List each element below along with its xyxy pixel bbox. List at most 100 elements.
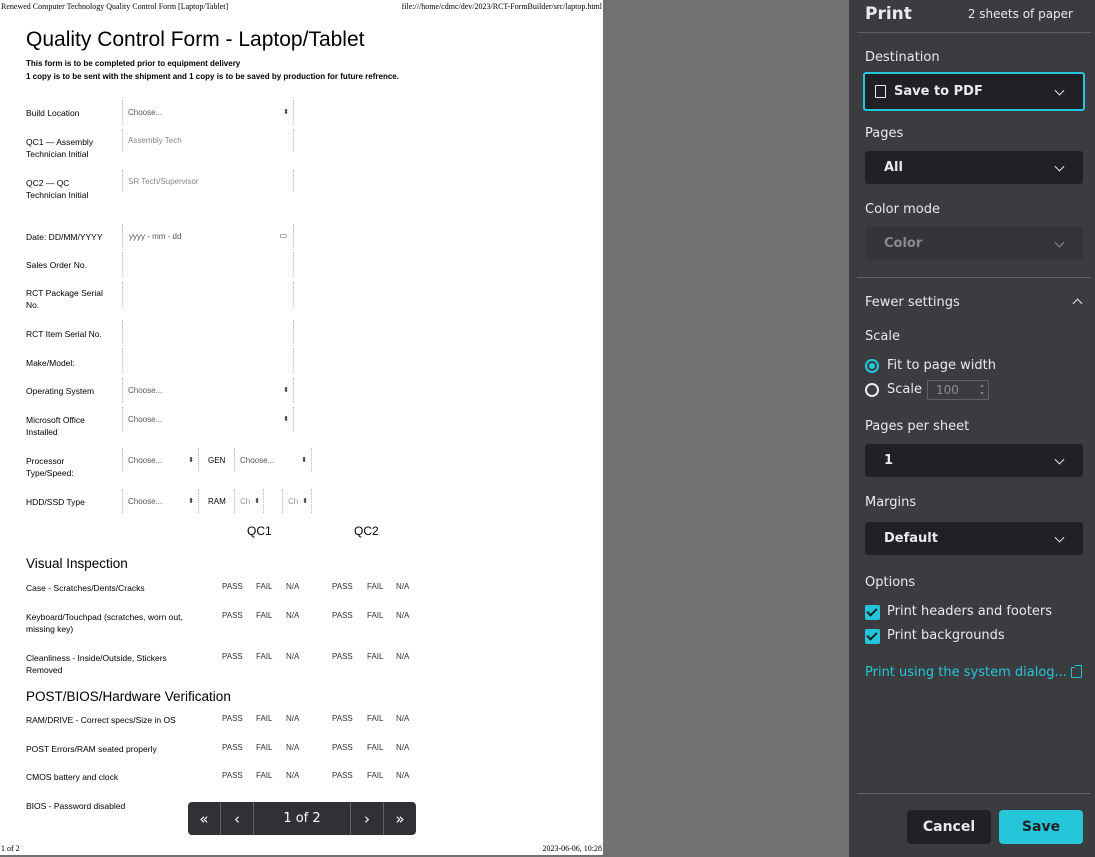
post-item-label: BIOS - Password disabled: [26, 801, 126, 811]
qc2-fail-option[interactable]: FAIL: [367, 771, 383, 780]
pages-per-sheet-label: Pages per sheet: [865, 419, 970, 434]
qc2-pass-option[interactable]: PASS: [332, 743, 353, 752]
item-serial-input: [122, 320, 294, 344]
qc2-fail-option[interactable]: FAIL: [367, 743, 383, 752]
qc2-fail-option[interactable]: FAIL: [367, 611, 383, 620]
qc2-fail-option[interactable]: FAIL: [367, 714, 383, 723]
qc1-pass-option[interactable]: PASS: [222, 743, 243, 752]
qc1-pass-option[interactable]: PASS: [222, 611, 243, 620]
last-page-button[interactable]: »: [384, 802, 416, 835]
chevron-down-icon: [1054, 532, 1065, 543]
fit-to-page-radio[interactable]: [865, 359, 879, 373]
ram-select-1: Ch ⬍: [234, 489, 264, 513]
fewer-settings-toggle[interactable]: Fewer settings: [865, 295, 960, 310]
chevron-down-icon: [1054, 85, 1065, 96]
qc2-na-option[interactable]: N/A: [396, 611, 409, 620]
os-select: Choose... ⬍: [122, 378, 294, 402]
divider: [857, 277, 1091, 278]
qc2-pass-option[interactable]: PASS: [332, 582, 353, 591]
qc1-pass-option[interactable]: PASS: [222, 582, 243, 591]
margins-select[interactable]: Default: [865, 522, 1083, 555]
visual-inspection-title: Visual Inspection: [26, 556, 128, 571]
chevron-down-icon: [1054, 237, 1065, 248]
qc1-na-option[interactable]: N/A: [286, 652, 299, 661]
custom-scale-radio[interactable]: [865, 383, 879, 397]
fit-to-page-label[interactable]: Fit to page width: [887, 358, 996, 373]
qc2-na-option[interactable]: N/A: [396, 771, 409, 780]
scale-input[interactable]: 100 ▴ ▾: [927, 380, 989, 400]
external-link-icon[interactable]: [1071, 665, 1082, 678]
qc1-pass-option[interactable]: PASS: [222, 771, 243, 780]
destination-label: Destination: [865, 50, 940, 65]
print-preview-page: Renewed Computer Technology Quality Cont…: [0, 0, 603, 855]
form-note-1: This form is to be completed prior to eq…: [26, 59, 241, 68]
qc1-na-option[interactable]: N/A: [286, 582, 299, 591]
select-arrows-icon: ⬍: [302, 498, 308, 505]
qc1-column-header: QC1: [247, 524, 272, 538]
headers-footers-checkbox[interactable]: [865, 605, 880, 620]
qc2-na-option[interactable]: N/A: [396, 652, 409, 661]
sheet-count: 2 sheets of paper: [967, 7, 1073, 21]
color-mode-select[interactable]: Color: [865, 227, 1083, 260]
chevron-down-icon: [1054, 454, 1065, 465]
qc1-na-option[interactable]: N/A: [286, 771, 299, 780]
input-placeholder: yyyy - mm - dd: [129, 232, 182, 241]
office-label: Microsoft Office Installed: [26, 415, 85, 437]
qc1-na-option[interactable]: N/A: [286, 714, 299, 723]
gen-select: Choose... ⬍: [234, 448, 312, 472]
qc2-pass-option[interactable]: PASS: [332, 771, 353, 780]
chevron-down-icon: [1054, 161, 1065, 172]
qc2-pass-option[interactable]: PASS: [332, 611, 353, 620]
headers-footers-label[interactable]: Print headers and footers: [887, 604, 1052, 619]
qc1-pass-option[interactable]: PASS: [222, 714, 243, 723]
custom-scale-label[interactable]: Scale: [887, 382, 922, 397]
qc2-label: QC2 — QC Technician Initial: [26, 178, 89, 200]
next-page-button[interactable]: ›: [351, 802, 383, 835]
backgrounds-label[interactable]: Print backgrounds: [887, 628, 1005, 643]
package-serial-input: [122, 282, 294, 306]
processor-select: Choose... ⬍: [122, 448, 199, 472]
qc1-fail-option[interactable]: FAIL: [256, 771, 272, 780]
pages-select[interactable]: All: [865, 151, 1083, 184]
select-arrows-icon: ⬍: [283, 109, 289, 116]
qc1-fail-option[interactable]: FAIL: [256, 582, 272, 591]
qc2-na-option[interactable]: N/A: [396, 582, 409, 591]
qc2-na-option[interactable]: N/A: [396, 714, 409, 723]
backgrounds-checkbox[interactable]: [865, 629, 880, 644]
page-navigation: « ‹ 1 of 2 › »: [188, 802, 416, 835]
margins-label: Margins: [865, 495, 917, 510]
qc2-na-option[interactable]: N/A: [396, 743, 409, 752]
cancel-button[interactable]: Cancel: [907, 810, 991, 844]
calendar-icon: ▭: [279, 231, 287, 240]
select-placeholder: Choose...: [128, 386, 163, 395]
qc1-fail-option[interactable]: FAIL: [256, 652, 272, 661]
previous-page-button[interactable]: ‹: [221, 802, 253, 835]
destination-select[interactable]: Save to PDF: [863, 72, 1085, 111]
qc2-pass-option[interactable]: PASS: [332, 652, 353, 661]
first-page-button[interactable]: «: [188, 802, 220, 835]
qc2-fail-option[interactable]: FAIL: [367, 652, 383, 661]
select-placeholder: Choose...: [128, 415, 163, 424]
select-arrows-icon: ⬍: [188, 457, 194, 464]
chevron-up-icon[interactable]: [1072, 298, 1083, 309]
print-settings-panel: Print 2 sheets of paper Destination Save…: [849, 0, 1095, 857]
sales-order-input: [122, 252, 294, 276]
qc1-na-option[interactable]: N/A: [286, 743, 299, 752]
pages-per-sheet-select[interactable]: 1: [865, 444, 1083, 477]
qc1-fail-option[interactable]: FAIL: [256, 743, 272, 752]
margins-value: Default: [884, 531, 938, 546]
input-placeholder: SR Tech/Supervisor: [128, 177, 199, 186]
system-dialog-link[interactable]: Print using the system dialog...: [865, 665, 1067, 680]
qc1-pass-option[interactable]: PASS: [222, 652, 243, 661]
qc2-pass-option[interactable]: PASS: [332, 714, 353, 723]
save-button[interactable]: Save: [999, 810, 1083, 844]
spinner-icon[interactable]: ▴ ▾: [977, 382, 987, 398]
qc1-fail-option[interactable]: FAIL: [256, 714, 272, 723]
select-arrows-icon: ⬍: [188, 498, 194, 505]
gen-label: GEN: [208, 456, 226, 465]
qc2-fail-option[interactable]: FAIL: [367, 582, 383, 591]
qc1-label: QC1 — Assembly Technician Initial: [26, 137, 94, 159]
qc1-na-option[interactable]: N/A: [286, 611, 299, 620]
qc2-input: SR Tech/Supervisor: [122, 170, 294, 192]
qc1-fail-option[interactable]: FAIL: [256, 611, 272, 620]
